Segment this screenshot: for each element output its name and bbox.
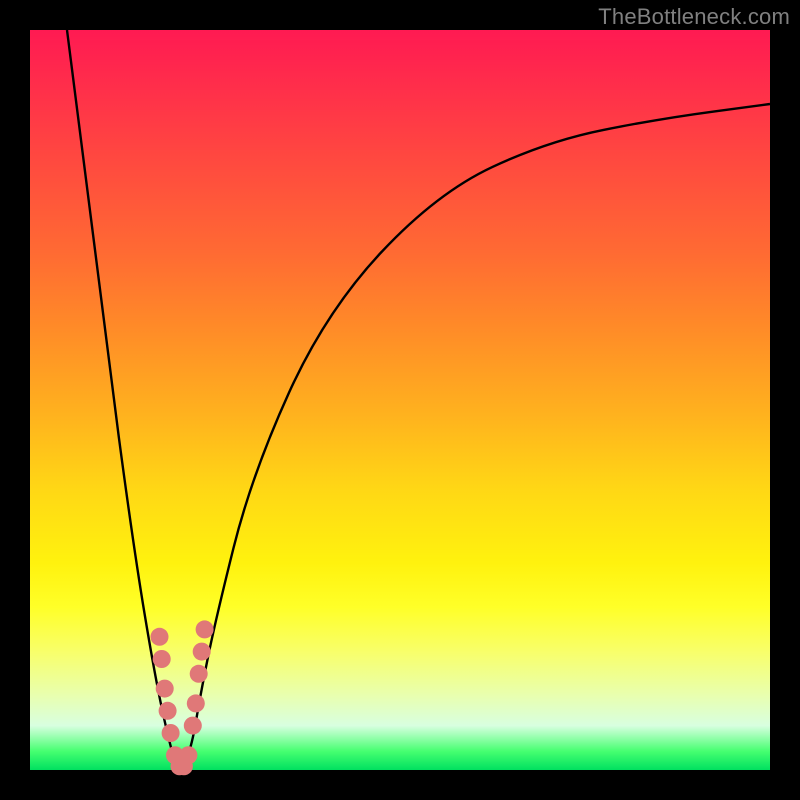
curve-layer (67, 30, 770, 767)
data-marker (162, 724, 180, 742)
data-marker (153, 650, 171, 668)
data-marker (187, 694, 205, 712)
data-marker (156, 680, 174, 698)
data-marker (151, 628, 169, 646)
watermark-text: TheBottleneck.com (598, 4, 790, 30)
data-marker (159, 702, 177, 720)
chart-frame: TheBottleneck.com (0, 0, 800, 800)
bottleneck-curve (67, 30, 770, 767)
data-marker (179, 746, 197, 764)
data-marker (193, 643, 211, 661)
data-marker (196, 620, 214, 638)
chart-svg (30, 30, 770, 770)
data-marker (184, 717, 202, 735)
data-marker (190, 665, 208, 683)
